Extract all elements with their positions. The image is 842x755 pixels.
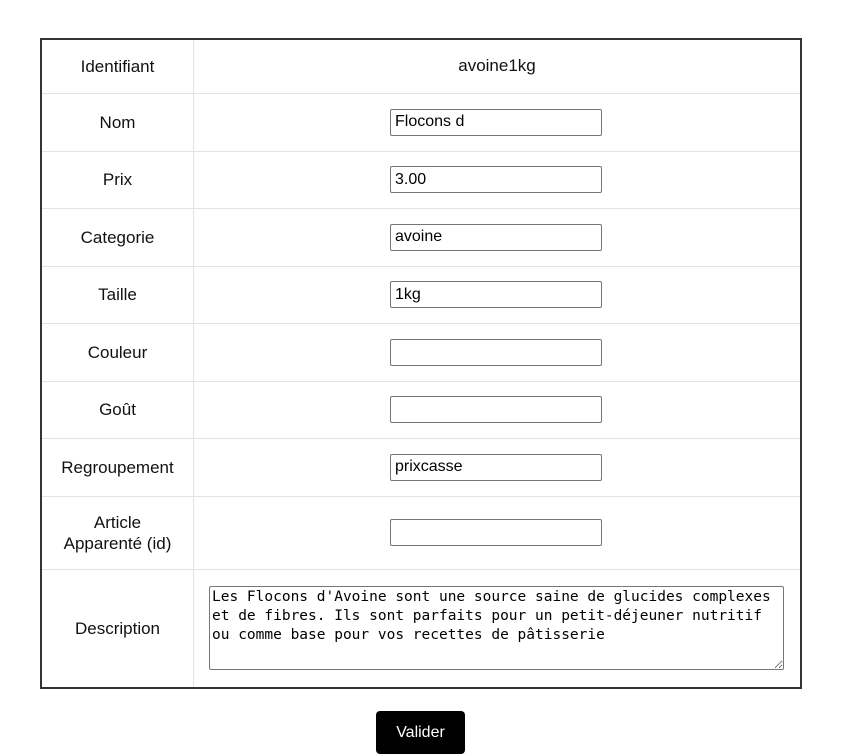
prix-input[interactable]	[390, 166, 602, 193]
form-row-article-apparente: Article Apparenté (id)	[40, 495, 802, 570]
identifiant-cell: avoine1kg	[193, 38, 802, 94]
valider-button[interactable]: Valider	[376, 711, 465, 754]
product-form-table: Identifiant avoine1kg Nom Prix Categorie…	[40, 38, 802, 689]
description-label: Description	[40, 568, 194, 689]
article-apparente-label: Article Apparenté (id)	[40, 495, 194, 570]
article-apparente-input[interactable]	[390, 519, 602, 546]
identifiant-value: avoine1kg	[458, 56, 536, 76]
article-apparente-label-line1: Article	[93, 512, 142, 532]
gout-label: Goût	[40, 380, 194, 439]
identifiant-label: Identifiant	[40, 38, 194, 94]
nom-label: Nom	[40, 92, 194, 152]
form-row-gout: Goût	[40, 380, 802, 439]
form-row-identifiant: Identifiant avoine1kg	[40, 38, 802, 94]
article-apparente-label-line2: Apparenté (id)	[63, 533, 172, 553]
gout-input[interactable]	[390, 396, 602, 423]
form-row-prix: Prix	[40, 150, 802, 209]
taille-label: Taille	[40, 265, 194, 324]
categorie-label: Categorie	[40, 207, 194, 267]
categorie-input[interactable]	[390, 223, 602, 251]
description-textarea[interactable]	[209, 586, 784, 671]
form-row-couleur: Couleur	[40, 322, 802, 382]
form-row-regroupement: Regroupement	[40, 437, 802, 497]
form-row-categorie: Categorie	[40, 207, 802, 267]
couleur-label: Couleur	[40, 322, 194, 382]
form-row-taille: Taille	[40, 265, 802, 324]
couleur-input[interactable]	[390, 338, 602, 366]
form-row-description: Description	[40, 568, 802, 689]
regroupement-input[interactable]	[390, 453, 602, 481]
prix-label: Prix	[40, 150, 194, 209]
form-row-nom: Nom	[40, 92, 802, 152]
taille-input[interactable]	[390, 281, 602, 308]
nom-input[interactable]	[390, 108, 602, 136]
regroupement-label: Regroupement	[40, 437, 194, 497]
